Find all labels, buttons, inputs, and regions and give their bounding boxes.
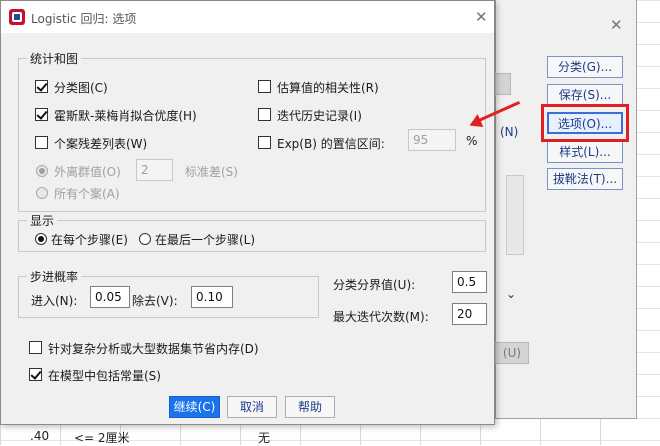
entry-label: 进入(N): [31, 294, 78, 308]
help-button[interactable]: 帮助 [285, 396, 335, 418]
parent-style-button[interactable]: 样式(L)... [547, 141, 623, 163]
bg-cell: 无 [258, 431, 271, 445]
highlight-annotation-box [541, 104, 629, 142]
include-constant-checkbox[interactable] [29, 368, 42, 381]
hosmer-lemeshow-checkbox[interactable] [35, 108, 48, 121]
casewise-listing-checkbox[interactable] [35, 136, 48, 149]
parent-list-scrollbar[interactable] [506, 175, 524, 255]
parent-partial-u-button: (U) [495, 342, 529, 364]
ci-exp-checkbox[interactable] [258, 136, 271, 149]
parent-close-icon[interactable]: ✕ [610, 16, 623, 34]
classification-plot-checkbox[interactable] [35, 80, 48, 93]
parent-classify-button[interactable]: 分类(G)... [547, 56, 623, 78]
close-icon[interactable]: ✕ [475, 8, 488, 26]
parent-dropdown-icon[interactable]: ⌄ [506, 287, 516, 301]
parent-partial-label: (N) [500, 125, 519, 139]
max-iterations-label: 最大迭代次数(M): [333, 310, 429, 324]
stepwise-legend: 步进概率 [27, 268, 82, 285]
conserve-memory-label: 针对复杂分析或大型数据集节省内存(D) [48, 342, 259, 356]
removal-probability-field[interactable] [191, 286, 233, 308]
spss-app-icon [9, 9, 25, 25]
all-cases-label: 所有个案(A) [54, 187, 120, 201]
outliers-label: 外离群值(O) [54, 165, 121, 179]
ci-exp-label: Exp(B) 的置信区间: [277, 137, 385, 151]
casewise-listing-label: 个案残差列表(W) [54, 137, 148, 151]
all-cases-radio[interactable] [36, 187, 48, 199]
include-constant-label: 在模型中包括常量(S) [48, 369, 161, 383]
dialog-title: Logistic 回归: 选项 [31, 12, 137, 26]
parent-save-button[interactable]: 保存(S)... [547, 84, 623, 106]
iteration-history-checkbox[interactable] [258, 108, 271, 121]
logistic-options-dialog: Logistic 回归: 选项 ✕ 统计和图 分类图(C) 霍斯默-莱梅肖拟合优… [0, 0, 495, 425]
max-iterations-field[interactable] [452, 303, 487, 325]
cancel-button[interactable]: 取消 [227, 396, 277, 418]
ci-percent-unit: % [466, 134, 478, 148]
cutoff-label: 分类分界值(U): [333, 278, 416, 292]
outliers-sd-field[interactable] [136, 159, 173, 181]
last-step-radio[interactable] [139, 233, 151, 245]
correlations-label: 估算值的相关性(R) [277, 81, 379, 95]
cutoff-field[interactable] [452, 271, 487, 293]
classification-plot-label: 分类图(C) [54, 81, 108, 95]
display-legend: 显示 [27, 212, 58, 229]
parent-partial-button [495, 73, 511, 95]
each-step-radio[interactable] [35, 233, 47, 245]
correlations-checkbox[interactable] [258, 80, 271, 93]
each-step-label: 在每个步骤(E) [51, 233, 128, 247]
parent-bootstrap-button[interactable]: 拔靴法(T)... [547, 168, 623, 190]
bg-cell: .40 [30, 429, 50, 443]
removal-label: 除去(V): [132, 294, 178, 308]
iteration-history-label: 迭代历史记录(I) [277, 109, 362, 123]
last-step-label: 在最后一个步骤(L) [155, 233, 256, 247]
outliers-unit-label: 标准差(S) [185, 165, 238, 179]
stats-plots-legend: 统计和图 [27, 50, 82, 67]
bg-cell: <= 2厘米 [74, 431, 130, 445]
continue-button[interactable]: 继续(C) [169, 396, 220, 418]
outliers-radio[interactable] [36, 165, 48, 177]
conserve-memory-checkbox[interactable] [29, 341, 42, 354]
hosmer-lemeshow-label: 霍斯默-莱梅肖拟合优度(H) [54, 109, 197, 123]
ci-level-field[interactable] [408, 129, 456, 151]
entry-probability-field[interactable] [90, 286, 130, 308]
